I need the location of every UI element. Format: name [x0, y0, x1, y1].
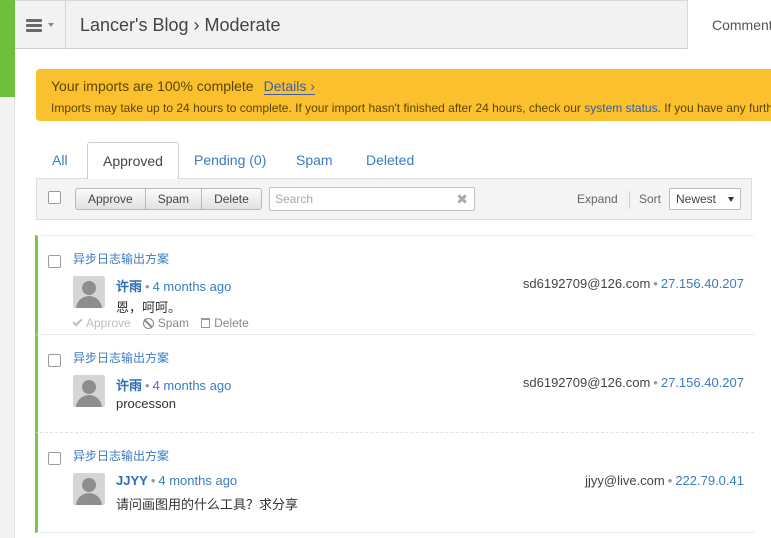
- comment-checkbox[interactable]: [48, 354, 61, 367]
- commenter-email: sd6192709@126.com: [522, 276, 651, 291]
- tab-approved[interactable]: Approved: [87, 142, 179, 179]
- commenter-ip[interactable]: 27.156.40.207: [661, 375, 744, 390]
- comment-body: processon: [116, 396, 176, 411]
- thread-title-link[interactable]: 异步日志输出方案: [73, 349, 169, 366]
- comment-list: 异步日志输出方案 许雨 • 4 months ago 恩，呵呵。 sd6192709…: [35, 235, 754, 533]
- commenter-ip[interactable]: 222.79.0.41: [675, 473, 744, 488]
- search-box: ✖: [269, 187, 475, 211]
- author-name[interactable]: 许雨: [116, 378, 142, 393]
- expand-button[interactable]: Expand: [577, 192, 618, 206]
- separator-dot: •: [653, 276, 658, 291]
- comment-item: 异步日志输出方案 JJYY • 4 months ago 请问画图用的什么工具？求分…: [35, 433, 754, 533]
- check-icon: [72, 316, 83, 327]
- separator-dot: •: [150, 473, 156, 488]
- commenter-ip[interactable]: 27.156.40.207: [661, 276, 744, 291]
- chevron-down-icon: [48, 23, 54, 27]
- details-link[interactable]: Details ›: [263, 78, 315, 95]
- approve-action-label: Approve: [86, 316, 131, 330]
- comment-body: 请问画图用的什么工具？求分享: [116, 497, 299, 512]
- approve-action[interactable]: Approve: [72, 316, 131, 330]
- comment-time[interactable]: 4 months ago: [153, 279, 232, 294]
- comment-time[interactable]: 4 months ago: [153, 378, 232, 393]
- page-title: Lancer's Blog › Moderate: [80, 15, 281, 35]
- spam-action-label: Spam: [157, 316, 190, 330]
- import-notice: Your imports are 100% complete Details › …: [36, 69, 771, 121]
- sort-label: Sort: [639, 192, 662, 206]
- comment-meta: 许雨 • 4 months ago: [116, 375, 231, 394]
- comment-item: 异步日志输出方案 许雨 • 4 months ago processon sd619…: [35, 335, 754, 433]
- notice-message: Imports may take up to 24 hours to compl…: [51, 101, 771, 115]
- trash-icon: [201, 318, 211, 328]
- top-header: Lancer's Blog › Moderate: [15, 0, 687, 49]
- spam-button[interactable]: Spam: [146, 189, 203, 209]
- commenter-info: sd6192709@126.com • 27.156.40.207: [523, 375, 744, 390]
- avatar: [73, 276, 105, 308]
- notice-message-prefix: Imports may take up to 24 hours to compl…: [51, 101, 581, 115]
- side-accent-strip: [0, 0, 15, 97]
- delete-action[interactable]: Delete: [201, 316, 249, 330]
- separator-dot: •: [145, 378, 150, 393]
- ban-icon: [142, 317, 154, 329]
- tab-spam[interactable]: Spam: [296, 142, 333, 179]
- delete-button[interactable]: Delete: [202, 189, 261, 209]
- clear-search-icon[interactable]: ✖: [456, 190, 468, 208]
- avatar: [73, 473, 105, 505]
- commenter-email: sd6192709@126.com: [522, 375, 651, 390]
- comment-checkbox[interactable]: [48, 255, 61, 268]
- separator-dot: •: [667, 473, 673, 488]
- header-nav: Comments: [687, 0, 771, 49]
- commenter-email: jjyy@live.com: [585, 473, 665, 488]
- bulk-toolbar: Approve Spam Delete ✖ Expand Sort Newest: [36, 178, 752, 220]
- moderation-tabs: All Approved Pending (0) Spam Deleted: [36, 142, 771, 179]
- spam-action[interactable]: Spam: [142, 316, 190, 330]
- tab-deleted[interactable]: Deleted: [366, 142, 414, 179]
- comment-actions: Approve Spam Delete: [72, 316, 249, 330]
- commenter-info: sd6192709@126.com • 27.156.40.207: [523, 276, 744, 291]
- comment-meta: JJYY • 4 months ago: [116, 473, 237, 488]
- comment-checkbox[interactable]: [48, 452, 61, 465]
- sort-value: Newest: [676, 192, 717, 206]
- comment-meta: 许雨 • 4 months ago: [116, 276, 231, 295]
- notice-headline-row: Your imports are 100% complete Details ›: [51, 78, 315, 95]
- select-all-checkbox[interactable]: [48, 191, 61, 204]
- chevron-down-icon: [728, 197, 734, 202]
- separator-dot: •: [145, 279, 150, 294]
- thread-title-link[interactable]: 异步日志输出方案: [73, 250, 169, 267]
- tab-pending[interactable]: Pending (0): [194, 142, 266, 179]
- avatar: [73, 375, 105, 407]
- author-name[interactable]: JJYY: [116, 473, 148, 488]
- comment-body: 恩，呵呵。: [116, 300, 182, 315]
- side-rail: [0, 97, 15, 538]
- nav-tab-comments[interactable]: Comments: [712, 17, 771, 33]
- toolbar-divider: [629, 191, 630, 209]
- notice-headline: Your imports are 100% complete: [51, 78, 254, 94]
- comment-time[interactable]: 4 months ago: [158, 473, 237, 488]
- separator-dot: •: [653, 375, 658, 390]
- delete-action-label: Delete: [214, 316, 249, 330]
- menu-button[interactable]: [15, 1, 66, 49]
- tab-all[interactable]: All: [52, 142, 68, 179]
- author-name[interactable]: 许雨: [116, 279, 142, 294]
- system-status-link[interactable]: system status: [584, 101, 657, 115]
- notice-message-suffix: . If you have any further questions: [657, 101, 771, 115]
- search-input[interactable]: [270, 188, 450, 210]
- sort-select[interactable]: Newest: [669, 188, 741, 210]
- bulk-action-buttons: Approve Spam Delete: [75, 188, 262, 210]
- approve-button[interactable]: Approve: [76, 189, 146, 209]
- thread-title-link[interactable]: 异步日志输出方案: [73, 447, 169, 464]
- commenter-info: jjyy@live.com • 222.79.0.41: [585, 473, 744, 488]
- hamburger-icon: [26, 18, 42, 32]
- comment-item: 异步日志输出方案 许雨 • 4 months ago 恩，呵呵。 sd6192709…: [35, 235, 754, 335]
